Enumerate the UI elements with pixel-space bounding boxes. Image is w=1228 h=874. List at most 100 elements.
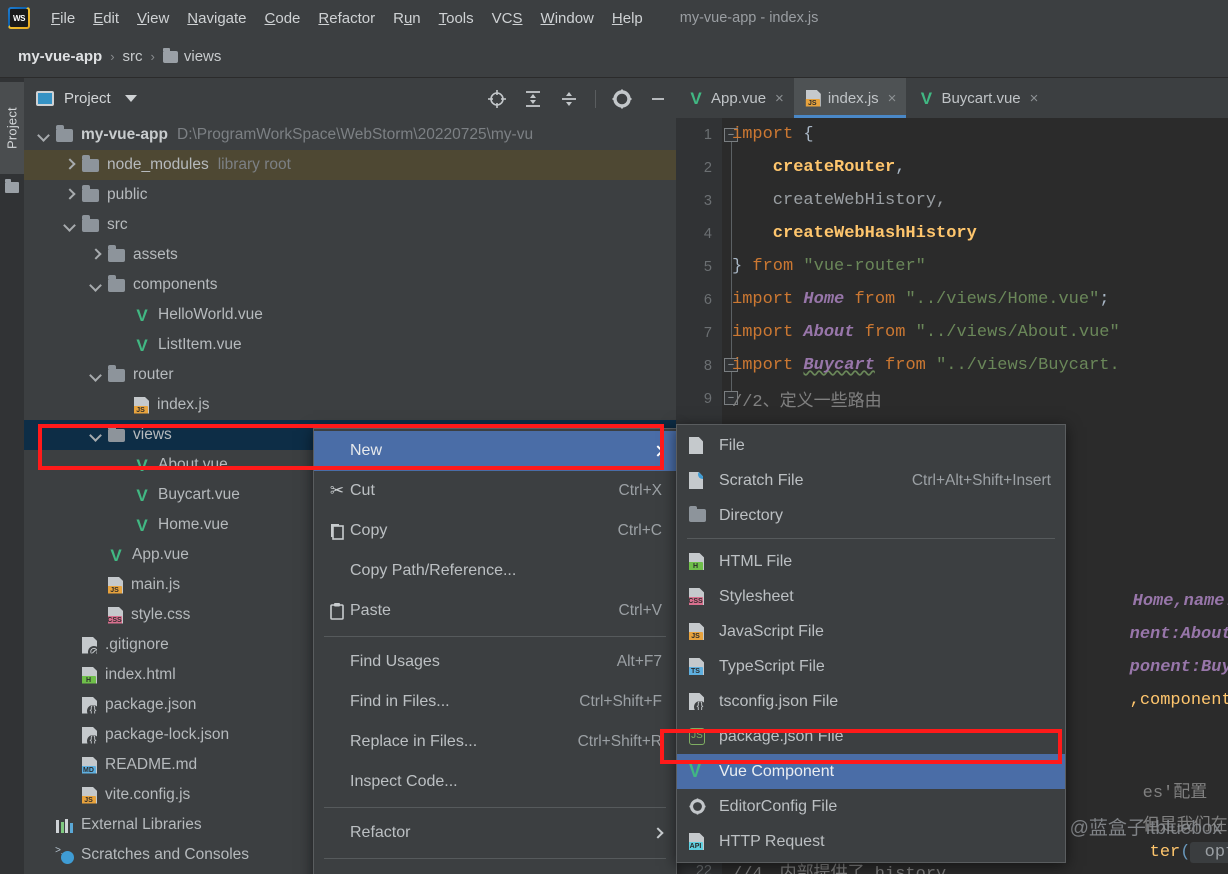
close-icon[interactable]: ×: [888, 90, 897, 107]
line-number: 8: [703, 357, 712, 374]
line-number: 1: [703, 126, 712, 143]
menu-refactor[interactable]: Refactor: [309, 8, 384, 29]
context-menu-item-find-usages[interactable]: Find Usages Alt+F7: [314, 642, 676, 682]
tool-window-tab-project[interactable]: Project: [0, 82, 24, 174]
menu-run[interactable]: Run: [384, 8, 430, 29]
context-menu-item-new[interactable]: New: [314, 431, 676, 471]
tree-row-label: router: [133, 366, 174, 383]
tree-row-label: Scratches and Consoles: [81, 846, 250, 863]
tree-row-node-modules[interactable]: node_modules library root: [24, 150, 676, 180]
context-menu-item-shortcut: Ctrl+V: [618, 602, 663, 619]
folder-icon[interactable]: [5, 179, 19, 193]
editor-tab-app-vue[interactable]: App.vue ×: [676, 78, 794, 118]
new-submenu-item-typescript-file[interactable]: TS TypeScript File: [677, 649, 1065, 684]
tree-row-listitem-vue[interactable]: ListItem.vue: [24, 330, 676, 360]
context-menu-item-bookmarks[interactable]: Bookmarks: [314, 864, 676, 874]
chevron-down-icon[interactable]: [90, 279, 102, 291]
tree-row-public[interactable]: public: [24, 180, 676, 210]
breadcrumb-project[interactable]: my-vue-app: [18, 48, 102, 65]
code-text: createRouter,: [732, 158, 906, 177]
folder-icon: [108, 245, 125, 262]
webstorm-logo-icon: [8, 7, 30, 29]
chevron-down-icon[interactable]: [124, 94, 137, 102]
context-menu-item-inspect-code[interactable]: Inspect Code...: [314, 762, 676, 802]
new-submenu-item-label: Scratch File: [719, 471, 804, 489]
new-submenu-item-directory[interactable]: Directory: [677, 498, 1065, 533]
menu-separator: [687, 538, 1055, 539]
code-fragment-component-lazy: ,component:()=: [1048, 672, 1228, 729]
menu-vcs[interactable]: VCS: [483, 8, 532, 29]
breadcrumb-separator-2: ›: [150, 49, 155, 64]
context-menu-item-cut[interactable]: ✂ Cut Ctrl+X: [314, 471, 676, 511]
context-menu-item-copy[interactable]: Copy Ctrl+C: [314, 511, 676, 551]
expand-all-icon[interactable]: [523, 89, 543, 109]
context-menu-item-replace-in-files[interactable]: Replace in Files... Ctrl+Shift+R: [314, 722, 676, 762]
chevron-right-icon[interactable]: [90, 249, 102, 261]
locate-icon[interactable]: [487, 89, 507, 109]
close-icon[interactable]: ×: [1030, 90, 1039, 107]
code-text: createWebHashHistory: [732, 224, 977, 243]
context-menu-item-paste[interactable]: Paste Ctrl+V: [314, 591, 676, 631]
ts-file-icon: TS: [689, 658, 704, 675]
new-submenu-item-stylesheet[interactable]: CSS Stylesheet: [677, 579, 1065, 614]
menu-help[interactable]: Help: [603, 8, 652, 29]
context-menu-item-label: Refactor: [350, 824, 411, 841]
new-submenu-item-http-request[interactable]: API HTTP Request: [677, 824, 1065, 859]
chevron-down-icon[interactable]: [38, 129, 50, 141]
folder-icon: [689, 505, 706, 522]
context-menu-item-shortcut: Ctrl+Shift+F: [579, 693, 662, 710]
tree-row-router[interactable]: router: [24, 360, 676, 390]
new-submenu-item-tsconfig-json-file[interactable]: tsconfig.json File: [677, 684, 1065, 719]
new-submenu-item-vue-component[interactable]: Vue Component: [677, 754, 1065, 789]
tree-row-assets[interactable]: assets: [24, 240, 676, 270]
editor-tab-strip: App.vue × JS index.js × Buycart.vue ×: [676, 78, 1228, 118]
menu-navigate[interactable]: Navigate: [178, 8, 255, 29]
chevron-right-icon[interactable]: [64, 189, 76, 201]
new-submenu-item-scratch-file[interactable]: Scratch File Ctrl+Alt+Shift+Insert: [677, 463, 1065, 498]
menu-view[interactable]: View: [128, 8, 178, 29]
chevron-down-icon[interactable]: [90, 429, 102, 441]
menu-file[interactable]: File: [42, 8, 84, 29]
vue-icon: [134, 488, 150, 503]
tree-row-helloworld-vue[interactable]: HelloWorld.vue: [24, 300, 676, 330]
tree-row-src[interactable]: src: [24, 210, 676, 240]
menu-window[interactable]: Window: [532, 8, 603, 29]
new-submenu-item-package-json-file[interactable]: JS package.json File: [677, 719, 1065, 754]
tree-row-index-js[interactable]: JS index.js: [24, 390, 676, 420]
tree-row-components[interactable]: components: [24, 270, 676, 300]
new-submenu-item-file[interactable]: File: [677, 428, 1065, 463]
context-menu-item-find-in-files[interactable]: Find in Files... Ctrl+Shift+F: [314, 682, 676, 722]
menu-separator: [324, 858, 666, 859]
new-submenu-item-html-file[interactable]: H HTML File: [677, 544, 1065, 579]
chevron-right-icon[interactable]: [64, 159, 76, 171]
close-icon[interactable]: ×: [775, 90, 784, 107]
minimize-icon[interactable]: [648, 89, 668, 109]
menu-code[interactable]: Code: [256, 8, 310, 29]
editor-tab-buycart-vue[interactable]: Buycart.vue ×: [906, 78, 1048, 118]
breadcrumb-views[interactable]: views: [184, 48, 222, 65]
tree-row-label: views: [133, 426, 172, 443]
menu-edit[interactable]: Edit: [84, 8, 128, 29]
tree-row-my-vue-app[interactable]: my-vue-app D:\ProgramWorkSpace\WebStorm\2…: [24, 120, 676, 150]
menu-tools[interactable]: Tools: [430, 8, 483, 29]
node-package-icon: JS: [689, 728, 719, 745]
gear-icon[interactable]: [612, 89, 632, 109]
editor-tab-index-js[interactable]: JS index.js ×: [793, 78, 907, 118]
copy-icon: [324, 523, 350, 540]
chevron-down-icon[interactable]: [90, 369, 102, 381]
collapse-all-icon[interactable]: [559, 89, 579, 109]
context-menu-item-label: Copy Path/Reference...: [350, 562, 517, 579]
breadcrumb-src[interactable]: src: [123, 48, 143, 65]
code-fragment-text: ,component:()=: [1129, 691, 1228, 710]
file-icon: [689, 437, 719, 454]
chevron-down-icon[interactable]: [64, 219, 76, 231]
new-submenu-item-shortcut: Ctrl+Alt+Shift+Insert: [911, 471, 1051, 489]
context-menu-item-refactor[interactable]: Refactor: [314, 813, 676, 853]
context-menu-item-copy-path-reference[interactable]: Copy Path/Reference...: [314, 551, 676, 591]
paste-icon: [324, 602, 350, 620]
new-submenu-item-javascript-file[interactable]: JS JavaScript File: [677, 614, 1065, 649]
new-submenu-item-editorconfig-file[interactable]: EditorConfig File: [677, 789, 1065, 824]
